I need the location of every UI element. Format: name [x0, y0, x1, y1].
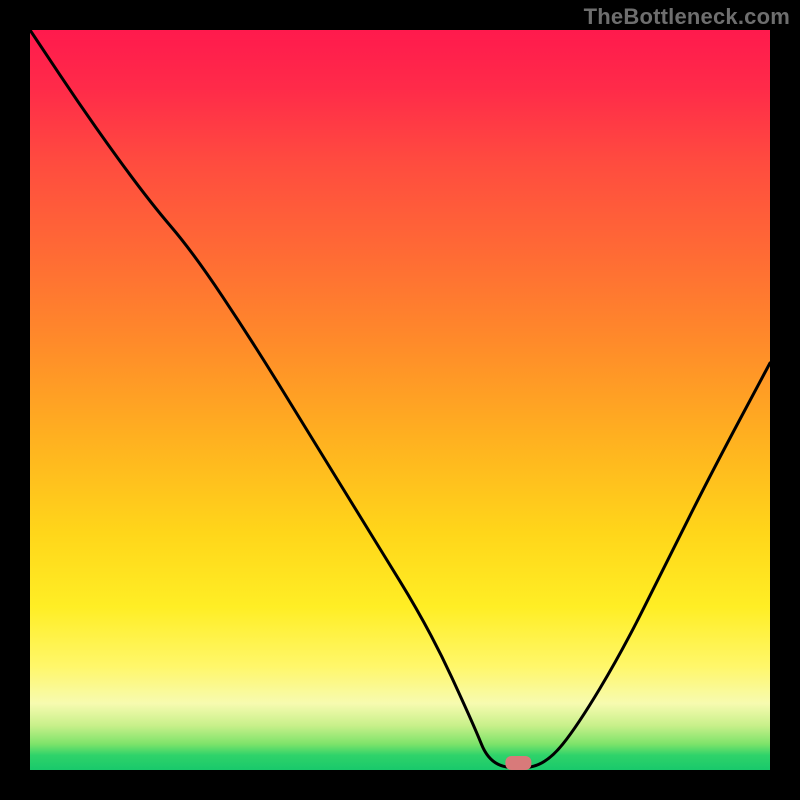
bottleneck-curve — [30, 30, 770, 768]
plot-area — [30, 30, 770, 770]
chart-svg — [30, 30, 770, 770]
chart-frame: TheBottleneck.com — [0, 0, 800, 800]
watermark-text: TheBottleneck.com — [584, 4, 790, 30]
optimum-marker — [505, 756, 531, 770]
